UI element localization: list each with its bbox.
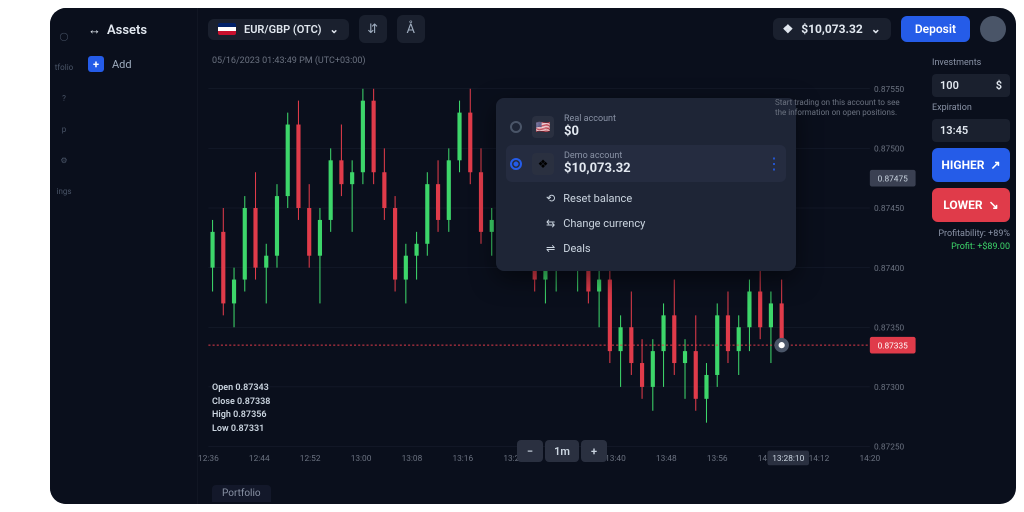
- nav-portfolio-icon[interactable]: ◯: [60, 32, 69, 41]
- chevron-down-icon: ⌄: [871, 22, 881, 36]
- svg-text:14:12: 14:12: [809, 454, 830, 464]
- svg-text:0.87350: 0.87350: [874, 323, 905, 333]
- nav-help-icon[interactable]: ?: [62, 94, 66, 103]
- svg-text:13:16: 13:16: [452, 454, 473, 464]
- svg-text:13:28:10: 13:28:10: [772, 454, 804, 464]
- svg-text:12:52: 12:52: [300, 454, 321, 464]
- investments-label: Investments: [932, 58, 1010, 68]
- demo-menu: ⟲Reset balance ⇆Change currency ⇌Deals: [542, 186, 786, 261]
- chevron-down-icon: ⌄: [330, 23, 339, 36]
- layers-icon: ❖: [783, 22, 794, 36]
- higher-button[interactable]: HIGHER↗: [932, 148, 1010, 182]
- exchange-icon: ⇌: [546, 242, 555, 255]
- chart-area[interactable]: 05/16/2023 01:43:49 PM (UTC+03:00) 0.872…: [198, 50, 926, 504]
- svg-text:0.87450: 0.87450: [874, 204, 905, 214]
- ohlc-readout: Open 0.87343Close 0.87338High 0.87356Low…: [212, 382, 270, 436]
- svg-text:13:08: 13:08: [402, 454, 423, 464]
- svg-text:0.87400: 0.87400: [874, 264, 905, 274]
- zoom-out-button[interactable]: −: [517, 440, 543, 462]
- account-popup: 🇺🇸 Real account$0 ❖ Demo account$10,073.…: [496, 98, 796, 271]
- radio-icon: [510, 121, 522, 133]
- svg-text:13:40: 13:40: [605, 454, 626, 464]
- investments-input[interactable]: 100$: [932, 74, 1010, 97]
- drawing-tool[interactable]: Å: [397, 15, 425, 43]
- svg-text:12:44: 12:44: [249, 454, 270, 464]
- svg-text:13:00: 13:00: [351, 454, 372, 464]
- balance-selector[interactable]: ❖$10,073.32⌄: [773, 18, 891, 40]
- left-nav: ◯tfolio ?p ⚙ings: [50, 8, 78, 504]
- main-area: EUR/GBP (OTC)⌄ ⇵ Å ❖$10,073.32⌄ Deposit …: [198, 8, 1016, 504]
- zoom-in-button[interactable]: +: [581, 440, 607, 462]
- svg-text:12:36: 12:36: [198, 454, 219, 464]
- deposit-button[interactable]: Deposit: [901, 16, 970, 42]
- flag-us-icon: 🇺🇸: [532, 116, 554, 138]
- radio-icon: [510, 158, 522, 170]
- svg-text:14:20: 14:20: [859, 454, 880, 464]
- svg-text:0.87550: 0.87550: [874, 85, 905, 95]
- svg-text:0.87475: 0.87475: [878, 174, 909, 184]
- svg-text:13:48: 13:48: [656, 454, 677, 464]
- svg-text:0.87300: 0.87300: [874, 383, 905, 393]
- deals-button[interactable]: ⇌Deals: [542, 236, 786, 261]
- reset-balance-button[interactable]: ⟲Reset balance: [542, 186, 786, 211]
- profit-readout: Profitability: +89%Profit: +$89.00: [932, 228, 1010, 253]
- kebab-icon[interactable]: ⋮: [766, 154, 782, 173]
- tab-portfolio[interactable]: Portfolio: [212, 485, 271, 502]
- timeframe-bar: − 1m +: [517, 440, 607, 462]
- flag-icon: [218, 23, 236, 35]
- add-asset-button[interactable]: +Add: [88, 56, 187, 72]
- indicator-tool[interactable]: ⇵: [359, 15, 387, 43]
- demo-account-row[interactable]: ❖ Demo account$10,073.32 ⋮: [506, 145, 786, 182]
- arrow-down-icon: ↘: [989, 198, 999, 212]
- svg-text:0.87335: 0.87335: [878, 341, 909, 351]
- svg-text:13:56: 13:56: [707, 454, 728, 464]
- svg-text:0.87250: 0.87250: [874, 443, 905, 453]
- refresh-icon: ⟲: [546, 192, 555, 205]
- expiration-input[interactable]: 13:45: [932, 119, 1010, 142]
- svg-text:0.87500: 0.87500: [874, 145, 905, 155]
- nav-settings-icon[interactable]: ⚙: [60, 156, 67, 165]
- avatar[interactable]: [980, 16, 1006, 42]
- real-account-row[interactable]: 🇺🇸 Real account$0: [506, 108, 786, 145]
- topbar: EUR/GBP (OTC)⌄ ⇵ Å ❖$10,073.32⌄ Deposit: [198, 8, 1016, 50]
- arrow-up-icon: ↗: [991, 158, 1001, 172]
- pair-selector[interactable]: EUR/GBP (OTC)⌄: [208, 19, 349, 40]
- positions-hint: Start trading on this account to see the…: [775, 98, 910, 119]
- lower-button[interactable]: LOWER↘: [932, 188, 1010, 222]
- assets-expand-icon[interactable]: ↔: [88, 22, 101, 38]
- change-currency-button[interactable]: ⇆Change currency: [542, 211, 786, 236]
- layers-icon: ❖: [532, 153, 554, 175]
- chart-datetime: 05/16/2023 01:43:49 PM (UTC+03:00): [212, 56, 366, 66]
- assets-title: ↔Assets: [88, 22, 187, 38]
- plus-icon: +: [88, 56, 104, 72]
- trade-panel: Investments 100$ Expiration 13:45 HIGHER…: [926, 50, 1016, 504]
- timeframe-button[interactable]: 1m: [545, 440, 579, 462]
- expiration-label: Expiration: [932, 103, 1010, 113]
- assets-panel: ↔Assets +Add: [78, 8, 198, 504]
- app-window: ◯tfolio ?p ⚙ings ↔Assets +Add EUR/GBP (O…: [50, 8, 1016, 504]
- swap-icon: ⇆: [546, 217, 555, 230]
